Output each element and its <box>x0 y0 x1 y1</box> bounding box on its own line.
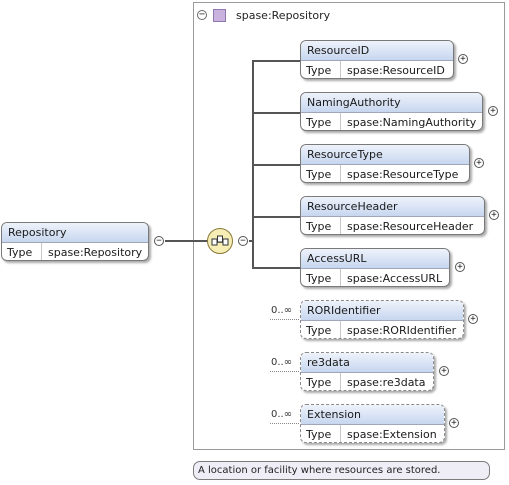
occurrence-label: 0..∞ <box>271 409 293 420</box>
element-name: RORIdentifier <box>301 301 463 321</box>
expand-icon[interactable]: + <box>449 418 459 428</box>
type-label: Type <box>301 113 341 130</box>
branch-line <box>252 112 301 114</box>
expand-icon[interactable]: + <box>488 106 498 116</box>
type-label: Type <box>301 61 341 78</box>
element-name: ResourceHeader <box>301 197 484 217</box>
type-value: spase:Extension <box>347 428 437 441</box>
type-value: spase:ResourceID <box>347 64 445 77</box>
root-collapse-icon[interactable]: − <box>154 236 164 246</box>
element-name: ResourceID <box>301 41 453 61</box>
type-label: Type <box>301 373 341 390</box>
branch-line <box>249 240 253 242</box>
element-box-accessurl[interactable]: AccessURL Type spase:AccessURL <box>300 248 450 287</box>
sequence-collapse-icon[interactable]: − <box>238 236 248 246</box>
element-box-roridentifier[interactable]: RORIdentifier Type spase:RORIdentifier <box>300 300 464 339</box>
branch-line <box>252 216 301 218</box>
element-name: NamingAuthority <box>301 93 482 113</box>
element-box-resourceid[interactable]: ResourceID Type spase:ResourceID <box>300 40 454 79</box>
branch-line <box>252 164 301 166</box>
element-box-resourceheader[interactable]: ResourceHeader Type spase:ResourceHeader <box>300 196 485 235</box>
type-label: Type <box>301 321 341 338</box>
element-name: Extension <box>301 405 444 425</box>
type-label: Type <box>301 425 341 442</box>
type-value: spase:RORIdentifier <box>347 324 457 337</box>
occurrence-label: 0..∞ <box>271 305 293 316</box>
sequence-glyph-icon <box>211 235 229 246</box>
element-name: AccessURL <box>301 249 449 269</box>
expand-icon[interactable]: + <box>458 54 468 64</box>
type-value: spase:AccessURL <box>347 272 443 285</box>
expand-icon[interactable]: + <box>455 262 465 272</box>
root-element-name: Repository <box>2 223 148 243</box>
optional-branch-line <box>270 423 301 424</box>
type-label: Type <box>301 217 341 234</box>
root-type-label: Type <box>2 243 42 260</box>
element-box-namingauthority[interactable]: NamingAuthority Type spase:NamingAuthorit… <box>300 92 483 131</box>
branch-line <box>252 60 301 62</box>
collapse-toggle-icon[interactable]: − <box>197 10 207 20</box>
occurrence-label: 0..∞ <box>271 357 293 368</box>
sequence-compositor-icon[interactable] <box>207 228 233 254</box>
element-box-re3data[interactable]: re3data Type spase:re3data <box>300 352 434 391</box>
root-type-value: spase:Repository <box>48 246 143 259</box>
complex-type-title: spase:Repository <box>236 8 331 22</box>
type-value: spase:NamingAuthority <box>347 116 477 129</box>
branch-line <box>252 267 301 269</box>
type-label: Type <box>301 269 341 286</box>
documentation-annotation: A location or facility where resources a… <box>193 461 490 480</box>
expand-icon[interactable]: + <box>439 366 449 376</box>
element-box-extension[interactable]: Extension Type spase:Extension <box>300 404 445 443</box>
expand-icon[interactable]: + <box>474 158 484 168</box>
type-value: spase:re3data <box>347 376 426 389</box>
optional-branch-line <box>270 319 301 320</box>
complex-type-header: − spase:Repository <box>197 6 330 24</box>
optional-branch-line <box>270 371 301 372</box>
type-value: spase:ResourceHeader <box>347 220 474 233</box>
expand-icon[interactable]: + <box>468 314 478 324</box>
type-label: Type <box>301 165 341 182</box>
element-name: re3data <box>301 353 433 373</box>
root-element-box[interactable]: Repository Type spase:Repository <box>1 222 149 261</box>
complex-type-icon <box>213 8 226 22</box>
connector-line <box>165 240 208 242</box>
element-box-resourcetype[interactable]: ResourceType Type spase:ResourceType <box>300 144 470 183</box>
expand-icon[interactable]: + <box>489 210 499 220</box>
type-value: spase:ResourceType <box>347 168 459 181</box>
element-name: ResourceType <box>301 145 469 165</box>
